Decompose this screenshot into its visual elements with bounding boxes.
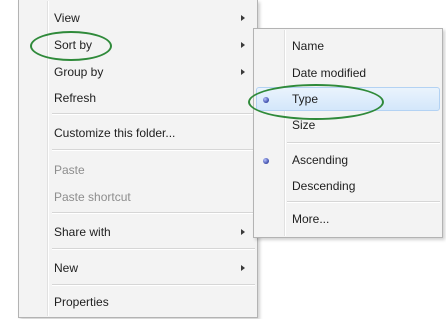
menu-separator bbox=[52, 113, 255, 115]
submenu-item-label: Descending bbox=[292, 179, 356, 193]
menu-item-share-with[interactable]: Share with bbox=[19, 220, 257, 244]
menu-item-label: Properties bbox=[54, 295, 109, 309]
chevron-right-icon bbox=[241, 69, 245, 75]
menu-item-label: Refresh bbox=[54, 91, 97, 105]
annotation-ellipse-type bbox=[248, 84, 384, 120]
chevron-right-icon bbox=[241, 229, 245, 235]
menu-separator bbox=[52, 149, 255, 151]
menu-separator bbox=[287, 201, 440, 203]
menu-item-paste[interactable]: Paste bbox=[19, 158, 257, 182]
menu-item-new[interactable]: New bbox=[19, 256, 257, 280]
submenu-item-date-modified[interactable]: Date modified bbox=[254, 61, 442, 85]
submenu-item-ascending[interactable]: Ascending bbox=[254, 148, 442, 172]
radio-bullet-icon bbox=[263, 158, 269, 164]
submenu-item-label: More... bbox=[292, 212, 330, 226]
sort-by-submenu: Name Date modified Type Size Ascending D… bbox=[253, 28, 443, 238]
menu-item-label: Paste bbox=[54, 163, 85, 177]
chevron-right-icon bbox=[241, 15, 245, 21]
submenu-item-name[interactable]: Name bbox=[254, 34, 442, 58]
menu-item-label: View bbox=[54, 11, 80, 25]
menu-item-refresh[interactable]: Refresh bbox=[19, 86, 257, 110]
menu-separator bbox=[52, 212, 255, 214]
menu-item-label: New bbox=[54, 261, 79, 275]
menu-separator bbox=[287, 142, 440, 144]
menu-item-label: Share with bbox=[54, 225, 111, 239]
annotation-ellipse-sort-by bbox=[30, 31, 112, 61]
menu-item-view[interactable]: View bbox=[19, 6, 257, 30]
submenu-item-label: Ascending bbox=[292, 153, 349, 167]
menu-item-customize-folder[interactable]: Customize this folder... bbox=[19, 121, 257, 145]
menu-item-paste-shortcut[interactable]: Paste shortcut bbox=[19, 185, 257, 209]
menu-separator bbox=[52, 248, 255, 250]
submenu-item-more[interactable]: More... bbox=[254, 207, 442, 231]
submenu-item-descending[interactable]: Descending bbox=[254, 174, 442, 198]
submenu-item-label: Size bbox=[292, 118, 316, 132]
menu-item-label: Paste shortcut bbox=[54, 190, 131, 204]
menu-separator bbox=[52, 284, 255, 286]
chevron-right-icon bbox=[241, 265, 245, 271]
menu-item-properties[interactable]: Properties bbox=[19, 290, 257, 314]
menu-item-label: Group by bbox=[54, 65, 104, 79]
submenu-item-label: Name bbox=[292, 39, 325, 53]
chevron-right-icon bbox=[241, 42, 245, 48]
menu-item-group-by[interactable]: Group by bbox=[19, 60, 257, 84]
submenu-item-label: Date modified bbox=[292, 66, 367, 80]
menu-item-label: Customize this folder... bbox=[54, 126, 176, 140]
